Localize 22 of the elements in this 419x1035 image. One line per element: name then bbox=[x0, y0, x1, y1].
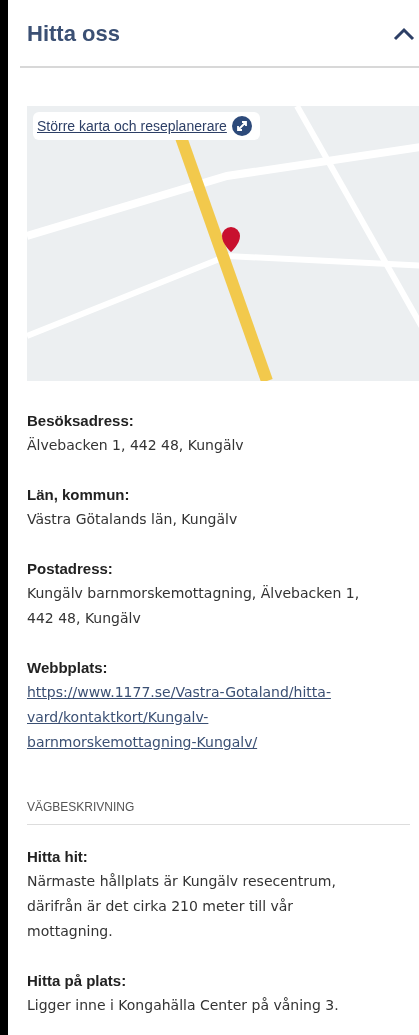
field-label: Hitta hit: bbox=[27, 847, 89, 867]
field-value: Ligger inne i Kongahälla Center på våning 3. bbox=[27, 996, 340, 1015]
field-value: Älvebacken 1, 442 48, Kungälv bbox=[27, 436, 245, 455]
field-value: Västra Götalands län, Kungälv bbox=[27, 510, 239, 529]
field-value: Kungälv barnmorskemottagning, Älvebacken 1, bbox=[27, 584, 361, 603]
larger-map-link[interactable]: Större karta och reseplanerare bbox=[33, 112, 260, 140]
field-label: Hitta på plats: bbox=[27, 971, 128, 991]
field-label: Besöksadress: bbox=[27, 411, 135, 431]
field-label: Webbplats: bbox=[27, 658, 109, 678]
section-title: Hitta oss bbox=[27, 21, 120, 47]
field-label: Postadress: bbox=[27, 559, 114, 579]
directions-heading: VÄGBESKRIVNING bbox=[27, 780, 410, 825]
field-value: därifrån är det cirka 210 meter till vår bbox=[27, 897, 295, 916]
field-label: Län, kommun: bbox=[27, 485, 131, 505]
chevron-icon[interactable] bbox=[393, 27, 415, 41]
field-value: 442 48, Kungälv bbox=[27, 609, 142, 628]
expand-icon bbox=[231, 116, 252, 136]
website-link[interactable]: https://www.1177.se/Vastra-Gotaland/hitta- bbox=[27, 680, 331, 705]
website-link[interactable]: barnmorskemottagning-Kungalv/ bbox=[27, 730, 258, 755]
field-value: Närmaste hållplats är Kungälv resecentrum, bbox=[27, 872, 337, 891]
website-link[interactable]: vard/kontaktkort/Kungalv- bbox=[27, 705, 209, 730]
field-value: mottagning. bbox=[27, 922, 114, 941]
